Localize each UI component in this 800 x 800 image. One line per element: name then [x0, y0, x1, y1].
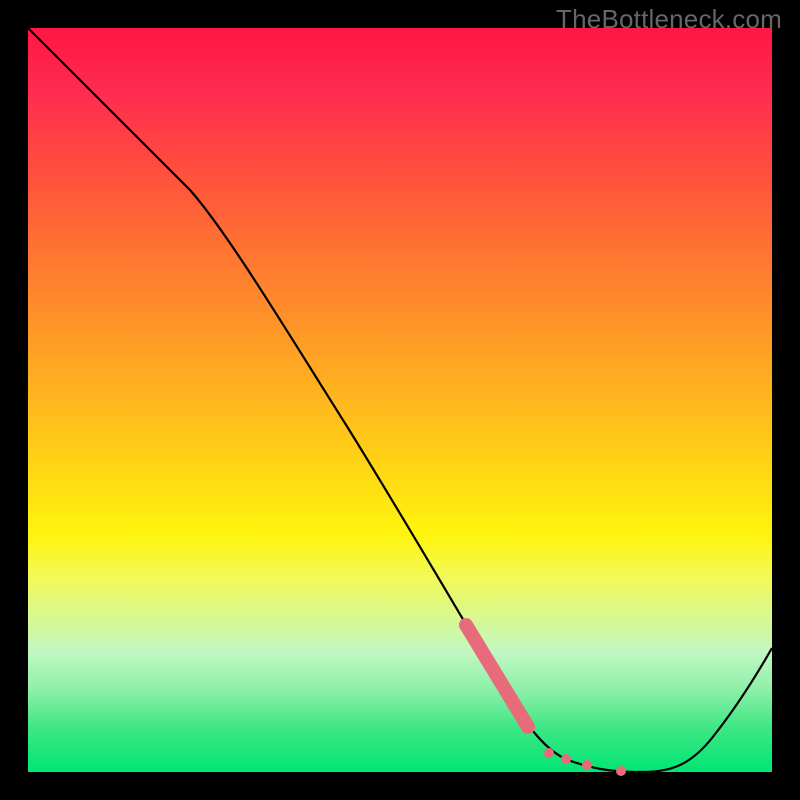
chart-container: TheBottleneck.com: [0, 0, 800, 800]
bottleneck-curve: [28, 28, 772, 772]
tick-segment: [466, 625, 528, 727]
plot-area: [28, 28, 772, 772]
watermark-text: TheBottleneck.com: [556, 4, 782, 35]
tick-cluster: [544, 748, 626, 776]
curve-svg: [28, 28, 772, 772]
